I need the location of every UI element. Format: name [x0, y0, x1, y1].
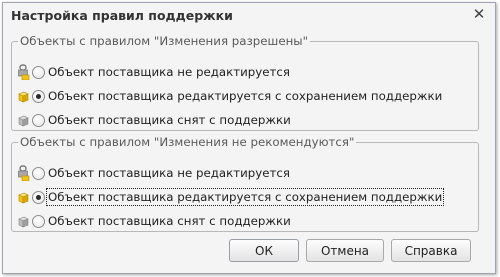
close-icon[interactable]: ✕ [471, 6, 487, 22]
cube-gray-icon [16, 213, 30, 229]
option-removed-from-support[interactable]: Объект поставщика снят с поддержки [16, 110, 292, 130]
option-label: Объект поставщика редактируется с сохран… [48, 89, 443, 103]
option-not-editable[interactable]: Объект поставщика не редактируется [16, 62, 291, 82]
cancel-button[interactable]: Отмена [306, 239, 384, 262]
group-changes-allowed: Объекты с правилом "Изменения разрешены"… [11, 34, 479, 131]
option-label: Объект поставщика снят с поддержки [48, 214, 291, 228]
option-label: Объект поставщика не редактируется [48, 65, 290, 79]
radio-removed-from-support[interactable] [32, 214, 45, 228]
cube-icon [16, 88, 30, 104]
option-not-editable[interactable]: Объект поставщика не редактируется [16, 163, 291, 183]
group-changes-allowed-title: Объекты с правилом "Изменения разрешены" [20, 34, 309, 48]
option-editable-with-support[interactable]: Объект поставщика редактируется с сохран… [16, 187, 445, 207]
dialog-title: Настройка правил поддержки [11, 8, 233, 23]
lock-icon [16, 64, 30, 81]
option-label: Объект поставщика редактируется с сохран… [45, 188, 445, 206]
cube-icon [16, 189, 30, 205]
support-rules-dialog: Настройка правил поддержки ✕ Объекты с п… [2, 2, 496, 274]
cube-gray-icon [16, 112, 30, 128]
group-changes-not-recommended: Объекты с правилом "Изменения не рекомен… [11, 135, 479, 232]
radio-not-editable[interactable] [32, 166, 45, 180]
radio-removed-from-support[interactable] [32, 113, 45, 127]
help-button[interactable]: Справка [391, 239, 471, 262]
option-removed-from-support[interactable]: Объект поставщика снят с поддержки [16, 211, 292, 231]
radio-editable-with-support[interactable] [32, 190, 45, 204]
radio-editable-with-support[interactable] [32, 89, 45, 103]
option-label: Объект поставщика снят с поддержки [48, 113, 291, 127]
option-label: Объект поставщика не редактируется [48, 166, 290, 180]
radio-not-editable[interactable] [32, 65, 45, 79]
option-editable-with-support[interactable]: Объект поставщика редактируется с сохран… [16, 86, 443, 106]
group-changes-not-recommended-title: Объекты с правилом "Изменения не рекомен… [20, 135, 355, 149]
title-bar[interactable]: Настройка правил поддержки ✕ [3, 3, 495, 29]
lock-icon [16, 165, 30, 182]
ok-button[interactable]: ОК [229, 239, 299, 262]
